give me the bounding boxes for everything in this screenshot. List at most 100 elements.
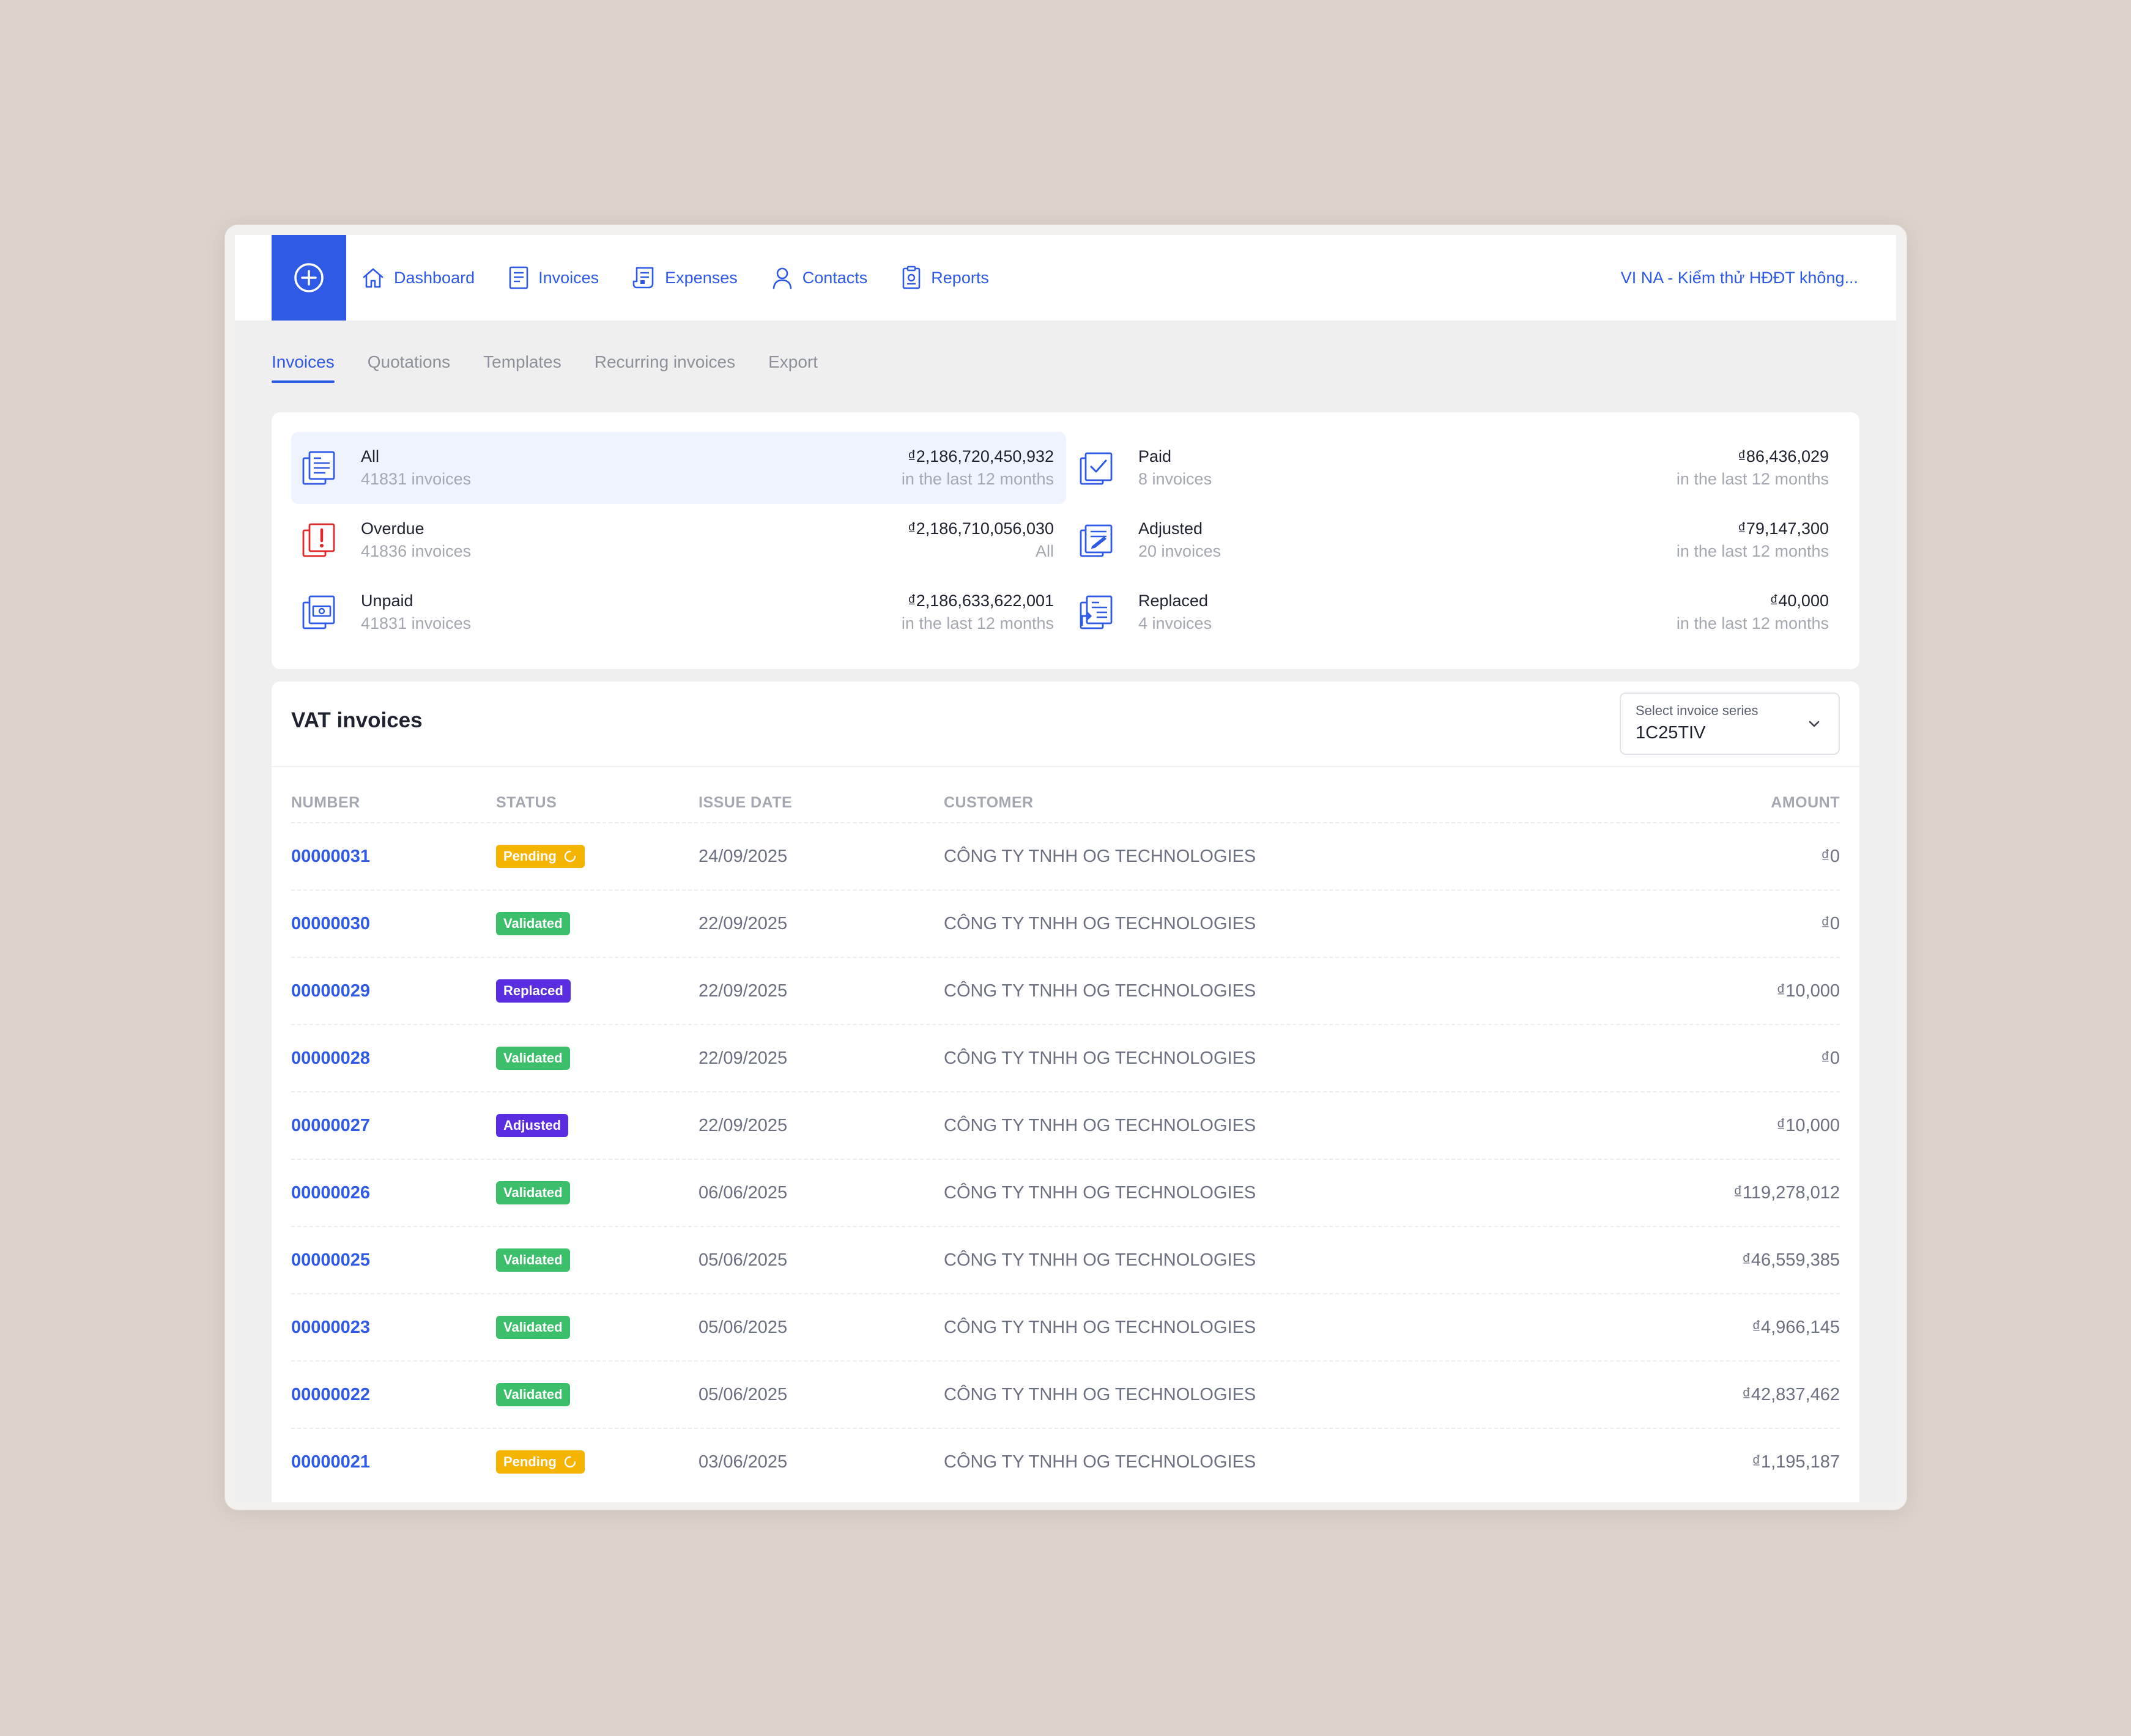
summary-unpaid[interactable]: Unpaid 41831 invoices ₫2,186,633,622,001… [291,576,1066,648]
amount-cell: ₫0 [1820,913,1840,933]
issue-date-cell: 05/06/2025 [699,1384,788,1404]
tab-recurring-invoices[interactable]: Recurring invoices [595,350,735,383]
unpaid-cash-icon [301,594,338,631]
summary-adjusted-amount: ₫79,147,300 [1738,519,1829,538]
amount-cell: ₫1,195,187 [1752,1452,1840,1472]
summary-overdue-amount: ₫2,186,710,056,030 [907,519,1054,538]
col-header-customer[interactable]: CUSTOMER [944,794,1617,822]
summary-overdue[interactable]: Overdue 41836 invoices ₫2,186,710,056,03… [291,504,1066,576]
col-header-issue-date[interactable]: ISSUE DATE [699,794,944,822]
customer-cell: CÔNG TY TNHH OG TECHNOLOGIES [944,913,1256,933]
status-badge: Pending [496,1450,585,1474]
table-row[interactable]: 00000022 Validated 05/06/2025 CÔNG TY TNHH … [291,1360,1840,1428]
invoice-series-select[interactable]: Select invoice series 1C25TIV [1620,692,1840,755]
summary-replaced-amount: ₫40,000 [1770,592,1829,610]
status-badge: Validated [496,1316,570,1339]
customer-cell: CÔNG TY TNHH OG TECHNOLOGIES [944,1317,1256,1337]
tab-invoices[interactable]: Invoices [272,350,335,383]
table-row[interactable]: 00000025 Validated 05/06/2025 CÔNG TY TNHH … [291,1226,1840,1293]
status-badge: Validated [496,912,570,935]
status-cell: Pending [496,845,699,868]
paid-check-icon [1078,450,1115,486]
amount-cell: ₫46,559,385 [1741,1250,1840,1270]
status-cell: Validated [496,1248,699,1272]
invoices-stack-icon [301,450,338,486]
adjusted-edit-icon [1078,522,1115,558]
invoice-number-link[interactable]: 00000030 [291,914,496,934]
invoice-number-link[interactable]: 00000022 [291,1385,496,1405]
table-row[interactable]: 00000021 Pending 03/06/2025 CÔNG TY TNHH OG… [291,1428,1840,1495]
overdue-alert-icon [301,522,338,558]
amount-cell: ₫4,966,145 [1752,1317,1840,1337]
status-badge: Pending [496,845,585,868]
status-badge-label: Replaced [503,983,563,998]
invoice-summary-card: All 41831 invoices ₫2,186,720,450,932 in… [272,412,1859,669]
amount-cell: ₫0 [1820,846,1840,866]
table-row[interactable]: 00000026 Validated 06/06/2025 CÔNG TY TNHH … [291,1159,1840,1226]
invoice-number-link[interactable]: 00000027 [291,1116,496,1136]
nav-expenses[interactable]: Expenses [632,265,738,290]
invoice-number-link[interactable]: 00000021 [291,1452,496,1472]
summary-adjusted-period: in the last 12 months [1676,542,1829,560]
summary-overdue-period: All [1035,542,1054,560]
summary-replaced-count: 4 invoices [1138,614,1212,632]
loading-spinner-icon [564,1456,576,1468]
report-icon [902,265,921,289]
invoice-number-link[interactable]: 00000026 [291,1183,496,1203]
create-new-button[interactable] [272,235,346,321]
receipt-icon [632,267,654,289]
invoice-number-link[interactable]: 00000029 [291,981,496,1001]
table-row[interactable]: 00000031 Pending 24/09/2025 CÔNG TY TNHH OG… [291,822,1840,889]
table-row[interactable]: 00000027 Adjusted 22/09/2025 CÔNG TY TNHH O… [291,1091,1840,1159]
summary-replaced-period: in the last 12 months [1676,614,1829,632]
tab-export[interactable]: Export [768,350,818,383]
home-icon [363,268,384,288]
invoice-number-link[interactable]: 00000025 [291,1250,496,1270]
company-switcher[interactable]: VI NA - Kiểm thử HĐĐT không... [1621,235,1858,321]
customer-cell: CÔNG TY TNHH OG TECHNOLOGIES [944,1250,1256,1270]
nav-reports[interactable]: Reports [900,265,989,290]
invoice-number-link[interactable]: 00000028 [291,1048,496,1069]
summary-unpaid-count: 41831 invoices [361,614,472,632]
summary-overdue-count: 41836 invoices [361,542,472,560]
summary-all[interactable]: All 41831 invoices ₫2,186,720,450,932 in… [291,432,1066,504]
tab-templates[interactable]: Templates [483,350,561,383]
summary-paid[interactable]: Paid 8 invoices ₫86,436,029 in the last … [1066,432,1841,504]
issue-date-cell: 22/09/2025 [699,913,788,933]
customer-cell: CÔNG TY TNHH OG TECHNOLOGIES [944,846,1256,866]
status-badge: Adjusted [496,1114,569,1137]
table-row[interactable]: 00000023 Validated 05/06/2025 CÔNG TY TNHH … [291,1293,1840,1360]
summary-adjusted[interactable]: Adjusted 20 invoices ₫79,147,300 in the … [1066,504,1841,576]
nav-expenses-label: Expenses [665,268,738,287]
col-header-status[interactable]: STATUS [496,794,699,822]
summary-unpaid-period: in the last 12 months [901,614,1054,632]
invoice-rows: 00000031 Pending 24/09/2025 CÔNG TY TNHH OG… [291,822,1840,1495]
customer-cell: CÔNG TY TNHH OG TECHNOLOGIES [944,1115,1256,1135]
table-row[interactable]: 00000029 Replaced 22/09/2025 CÔNG TY TNHH O… [291,957,1840,1024]
status-badge: Validated [496,1383,570,1406]
customer-cell: CÔNG TY TNHH OG TECHNOLOGIES [944,1048,1256,1068]
summary-replaced[interactable]: Replaced 4 invoices ₫40,000 in the last … [1066,576,1841,648]
table-row[interactable]: 00000028 Validated 22/09/2025 CÔNG TY TNHH … [291,1024,1840,1091]
invoice-number-link[interactable]: 00000031 [291,847,496,867]
table-row[interactable]: 00000030 Validated 22/09/2025 CÔNG TY TNHH … [291,889,1840,957]
tab-quotations[interactable]: Quotations [368,350,450,383]
col-header-number[interactable]: NUMBER [291,794,496,822]
table-title: VAT invoices [291,708,423,732]
series-select-value: 1C25TIV [1636,723,1706,743]
nav-contacts[interactable]: Contacts [771,265,867,290]
summary-paid-count: 8 invoices [1138,470,1212,488]
amount-cell: ₫119,278,012 [1733,1182,1840,1203]
nav-dashboard[interactable]: Dashboard [361,265,475,290]
col-header-amount[interactable]: AMOUNT [1617,794,1840,822]
loading-spinner-icon [564,850,576,862]
nav-invoices[interactable]: Invoices [508,265,599,290]
issue-date-cell: 22/09/2025 [699,1115,788,1135]
summary-paid-period: in the last 12 months [1676,470,1829,488]
main-nav: Dashboard Invoices Expenses Contacts Rep… [361,235,1022,321]
summary-all-amount: ₫2,186,720,450,932 [907,447,1054,466]
invoice-number-link[interactable]: 00000023 [291,1318,496,1338]
nav-reports-label: Reports [931,268,989,287]
customer-cell: CÔNG TY TNHH OG TECHNOLOGIES [944,1384,1256,1404]
status-badge: Validated [496,1047,570,1070]
